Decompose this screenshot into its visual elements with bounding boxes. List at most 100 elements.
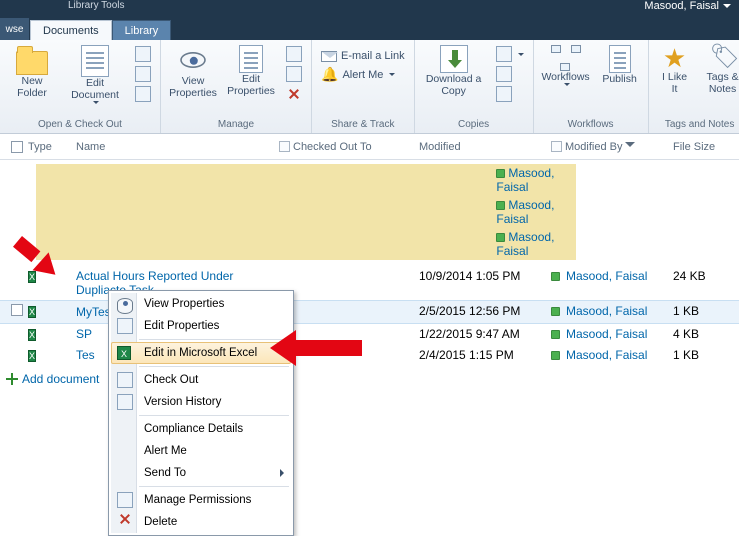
user-link[interactable]: Masood, Faisal [566, 304, 647, 318]
presence-icon [496, 201, 505, 210]
user-menu[interactable]: Masood, Faisal [644, 0, 731, 12]
download-icon [440, 45, 468, 73]
col-type[interactable]: Type [28, 141, 76, 153]
ctx-send-to[interactable]: Send To [111, 462, 291, 484]
check-in-button[interactable] [130, 64, 156, 84]
source-icon [496, 86, 512, 102]
contextual-tab-label: Library Tools [8, 0, 125, 11]
star-icon: ★ [663, 45, 686, 71]
user-link[interactable]: Masood, Faisal [496, 198, 554, 226]
view-properties-button[interactable]: View Properties [165, 42, 221, 100]
check-in-icon [135, 66, 151, 82]
presence-icon [496, 169, 505, 178]
checkbox-icon [279, 141, 290, 152]
user-link[interactable]: Masood, Faisal [566, 348, 647, 362]
submenu-arrow-icon [280, 469, 284, 477]
check-out-icon [135, 46, 151, 62]
ribbon: New Folder Edit Document Open & Check Ou… [0, 40, 739, 134]
ctx-compliance[interactable]: Compliance Details [111, 418, 291, 440]
manage-copies-button[interactable] [491, 64, 529, 84]
col-modified[interactable]: Modified [419, 141, 551, 153]
version-history-button[interactable] [281, 44, 307, 64]
plus-icon [6, 373, 18, 385]
user-link[interactable]: Masood, Faisal [566, 327, 647, 341]
ctx-version-history[interactable]: Version History [111, 391, 291, 413]
select-all-checkbox[interactable] [11, 141, 23, 153]
checkbox-icon [551, 141, 562, 152]
ribbon-group-workflows: Workflows Publish Workflows [534, 40, 649, 133]
row-checkbox[interactable] [11, 304, 23, 316]
view-icon [180, 52, 206, 68]
ribbon-group-open-checkout: New Folder Edit Document Open & Check Ou… [0, 40, 161, 133]
ctx-alert-me[interactable]: Alert Me [111, 440, 291, 462]
delete-icon [120, 514, 136, 530]
chevron-down-icon [723, 4, 731, 8]
edit-document-button[interactable]: Edit Document [62, 42, 128, 105]
publish-button[interactable]: Publish [596, 42, 644, 86]
presence-icon [496, 233, 505, 242]
history-icon [117, 394, 133, 410]
mail-icon [321, 51, 337, 62]
tab-library[interactable]: Library [112, 20, 172, 40]
discard-icon [135, 86, 151, 102]
title-bar: Library Tools Masood, Faisal [0, 0, 739, 18]
col-name[interactable]: Name [76, 141, 279, 153]
new-folder-button[interactable]: New Folder [4, 42, 60, 100]
delete-button[interactable] [281, 84, 307, 104]
ctx-delete[interactable]: Delete [111, 511, 291, 533]
permissions-button[interactable] [281, 64, 307, 84]
edit-properties-icon [239, 45, 263, 73]
send-to-button[interactable] [491, 44, 529, 64]
presence-icon [551, 307, 560, 316]
excel-icon: X [117, 346, 131, 360]
ctx-view-properties[interactable]: View Properties [111, 293, 291, 315]
discard-checkout-button[interactable] [130, 84, 156, 104]
user-link[interactable]: Masood, Faisal [496, 166, 554, 194]
col-file-size[interactable]: File Size [673, 141, 733, 153]
file-link[interactable]: SP [76, 327, 92, 341]
edit-icon [117, 318, 133, 334]
user-link[interactable]: Masood, Faisal [566, 269, 647, 283]
col-modified-by[interactable]: Modified By [551, 141, 673, 153]
chevron-down-icon [518, 53, 524, 56]
chevron-down-icon [389, 73, 395, 76]
context-menu: View Properties Edit Properties XEdit in… [108, 290, 294, 536]
ctx-check-out[interactable]: Check Out [111, 369, 291, 391]
tab-documents[interactable]: Documents [30, 20, 112, 40]
like-button[interactable]: ★ I Like It [653, 42, 697, 96]
user-name: Masood, Faisal [644, 0, 719, 12]
grouping-block: Masood, Faisal Masood, Faisal Masood, Fa… [36, 164, 576, 260]
ctx-edit-excel[interactable]: XEdit in Microsoft Excel [111, 342, 291, 364]
tags-notes-button[interactable]: 🏷 Tags & Notes [699, 42, 739, 96]
ribbon-group-copies: Download a Copy Copies [415, 40, 534, 133]
ctx-edit-properties[interactable]: Edit Properties [111, 315, 291, 337]
check-out-icon [117, 372, 133, 388]
tab-browse[interactable]: wse [0, 18, 30, 40]
ribbon-group-manage: View Properties Edit Properties Manage [161, 40, 312, 133]
workflows-button[interactable]: Workflows [538, 42, 594, 87]
email-link-button[interactable]: E-mail a Link [316, 48, 410, 64]
edit-properties-button[interactable]: Edit Properties [223, 42, 279, 98]
presence-icon [551, 272, 560, 281]
separator [139, 486, 289, 487]
ctx-manage-permissions[interactable]: Manage Permissions [111, 489, 291, 511]
delete-icon [289, 89, 299, 99]
ribbon-group-share-track: E-mail a Link 🔔 Alert Me Share & Track [312, 40, 415, 133]
view-icon [117, 298, 133, 314]
document-icon [81, 45, 109, 77]
excel-icon: X [28, 329, 36, 341]
alert-me-button[interactable]: 🔔 Alert Me [316, 64, 410, 85]
publish-icon [609, 45, 631, 73]
col-checked-out[interactable]: Checked Out To [279, 141, 419, 153]
presence-icon [551, 351, 560, 360]
excel-icon: X [28, 350, 36, 362]
separator [139, 415, 289, 416]
chevron-down-icon [564, 83, 570, 86]
permissions-icon [286, 66, 302, 82]
download-copy-button[interactable]: Download a Copy [419, 42, 489, 98]
check-out-button[interactable] [130, 44, 156, 64]
source-button[interactable] [491, 84, 529, 104]
user-link[interactable]: Masood, Faisal [496, 230, 554, 258]
file-link[interactable]: Tes [76, 348, 95, 362]
presence-icon [551, 330, 560, 339]
